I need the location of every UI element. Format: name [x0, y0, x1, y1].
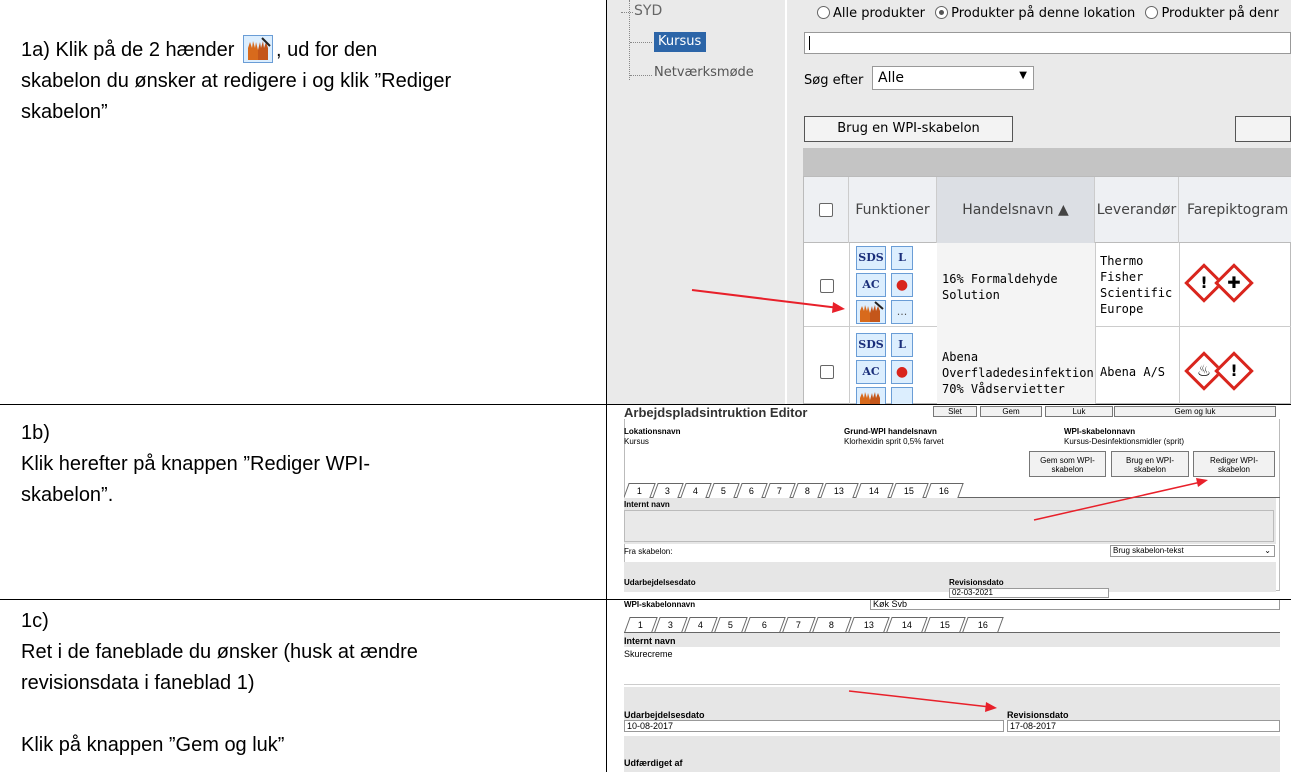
pointer-arrow	[1033, 478, 1208, 521]
pointer-arrow	[691, 289, 845, 313]
editor-tabs-screenshot: WPI-skabelonnavn Køk Svb 1 3 4 5 6 7 8 1…	[624, 600, 1280, 772]
step-1c-text: 1c) Ret i de faneblade du ønsker (husk a…	[21, 610, 418, 756]
step-1a-text: 1a) Klik på de 2 hænder , ud for den ska…	[21, 35, 451, 128]
step-1b-text: 1b) Klik herefter på knappen ”Rediger WP…	[21, 422, 371, 506]
hands-icon	[243, 35, 274, 63]
pointer-arrow	[848, 690, 997, 712]
product-list-screenshot: SYD Kursus Netværksmøde Alle produkter P…	[607, 0, 1291, 404]
editor-screenshot: Arbejdspladsintruktion Editor Slet Gem L…	[624, 405, 1280, 598]
